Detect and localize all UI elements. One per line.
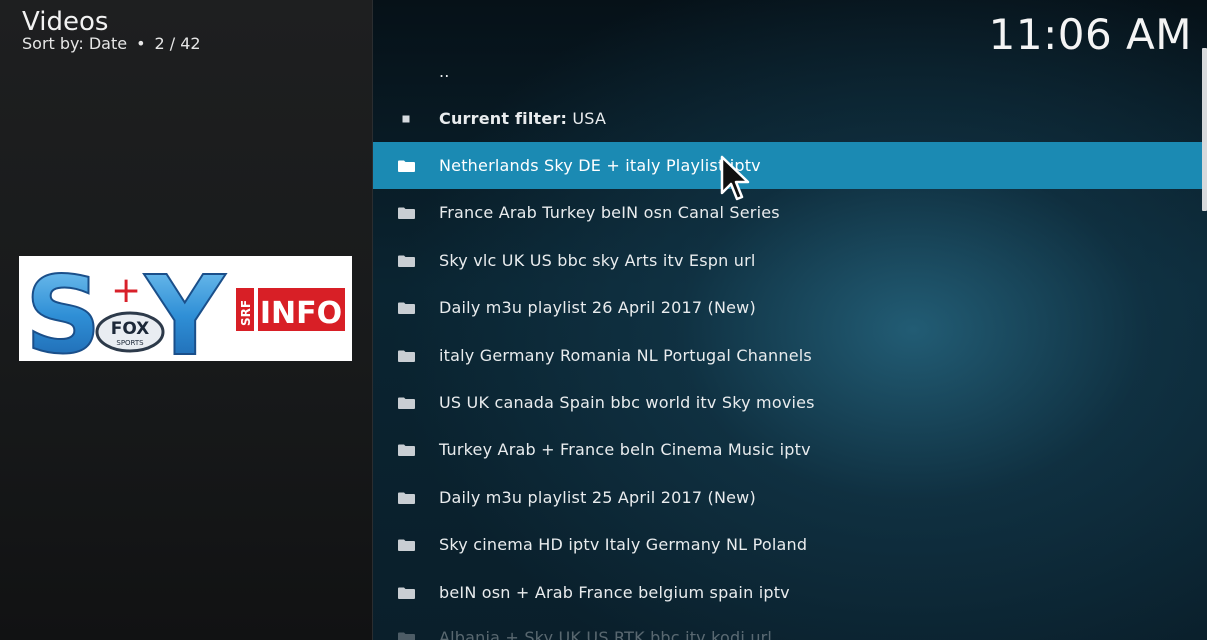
list-item-label: .. — [439, 62, 450, 81]
folder-icon — [373, 492, 439, 504]
filter-square-icon — [373, 114, 439, 124]
badge-subtext: SPORTS — [116, 339, 144, 347]
sort-label: Sort by: Date — [22, 34, 128, 53]
folder-icon — [373, 207, 439, 219]
list-item-filter[interactable]: Current filter: USA — [373, 95, 1203, 142]
list-item[interactable]: Sky vlc UK US bbc sky Arts itv Espn url — [373, 237, 1203, 284]
folder-icon — [373, 255, 439, 267]
list-item-label: Turkey Arab + France beln Cinema Music i… — [439, 440, 811, 459]
folder-icon — [373, 397, 439, 409]
item-position: 2 / 42 — [154, 34, 201, 53]
list-item-label: beIN osn + Arab France belgium spain ipt… — [439, 583, 790, 602]
list-item[interactable]: Albania + Sky UK US RTK bbc itv kodi url — [373, 614, 1203, 640]
list-item-label: Albania + Sky UK US RTK bbc itv kodi url — [439, 628, 773, 640]
filter-label: Current filter: — [439, 109, 568, 128]
filter-value: USA — [572, 109, 607, 128]
list-item[interactable]: italy Germany Romania NL Portugal Channe… — [373, 332, 1203, 379]
list-item[interactable]: Sky cinema HD iptv Italy Germany NL Pola… — [373, 521, 1203, 568]
mouse-pointer-icon — [720, 155, 750, 201]
folder-icon — [373, 539, 439, 551]
list-item[interactable]: Daily m3u playlist 26 April 2017 (New) — [373, 284, 1203, 331]
folder-icon — [373, 587, 439, 599]
badge-text: FOX — [111, 319, 150, 339]
list-item[interactable]: US UK canada Spain bbc world itv Sky mov… — [373, 379, 1203, 426]
filter-text: Current filter: USA — [439, 109, 606, 128]
list-item-label: US UK canada Spain bbc world itv Sky mov… — [439, 393, 815, 412]
scrollbar-thumb[interactable] — [1202, 48, 1207, 211]
folder-icon — [373, 302, 439, 314]
list-item-label: italy Germany Romania NL Portugal Channe… — [439, 346, 812, 365]
file-list: .. Current filter: USA Netherlands Sky D… — [373, 48, 1203, 640]
list-item-label: Daily m3u playlist 25 April 2017 (New) — [439, 488, 756, 507]
list-item[interactable]: Turkey Arab + France beln Cinema Music i… — [373, 426, 1203, 473]
list-item[interactable]: Daily m3u playlist 25 April 2017 (New) — [373, 474, 1203, 521]
list-item-label: Sky vlc UK US bbc sky Arts itv Espn url — [439, 251, 756, 270]
list-item[interactable]: France Arab Turkey beIN osn Canal Series — [373, 189, 1203, 236]
list-item-label: Daily m3u playlist 26 April 2017 (New) — [439, 298, 756, 317]
folder-icon — [373, 632, 439, 640]
list-scrollbar[interactable] — [1202, 48, 1207, 640]
folder-icon — [373, 350, 439, 362]
logo-plus: + — [111, 270, 141, 311]
sort-separator: • — [136, 34, 146, 53]
list-item-label: France Arab Turkey beIN osn Canal Series — [439, 203, 780, 222]
folder-icon — [373, 160, 439, 172]
folder-icon — [373, 444, 439, 456]
selected-item-thumbnail: S + Y FOX SPORTS SRF INFO — [19, 256, 352, 361]
list-item-label: Netherlands Sky DE + italy Playlist iptv — [439, 156, 761, 175]
list-item[interactable]: beIN osn + Arab France belgium spain ipt… — [373, 569, 1203, 616]
list-item-parent[interactable]: .. — [373, 48, 1203, 95]
sort-info[interactable]: Sort by: Date • 2 / 42 — [22, 34, 201, 54]
thumbnail-art: S + Y FOX SPORTS SRF INFO — [24, 256, 345, 361]
brand-word: INFO — [260, 296, 342, 331]
logo-letter-s: S — [25, 256, 101, 361]
brand-text: SRF — [239, 300, 253, 326]
list-item[interactable]: Netherlands Sky DE + italy Playlist iptv — [373, 142, 1203, 189]
list-item-label: Sky cinema HD iptv Italy Germany NL Pola… — [439, 535, 808, 554]
